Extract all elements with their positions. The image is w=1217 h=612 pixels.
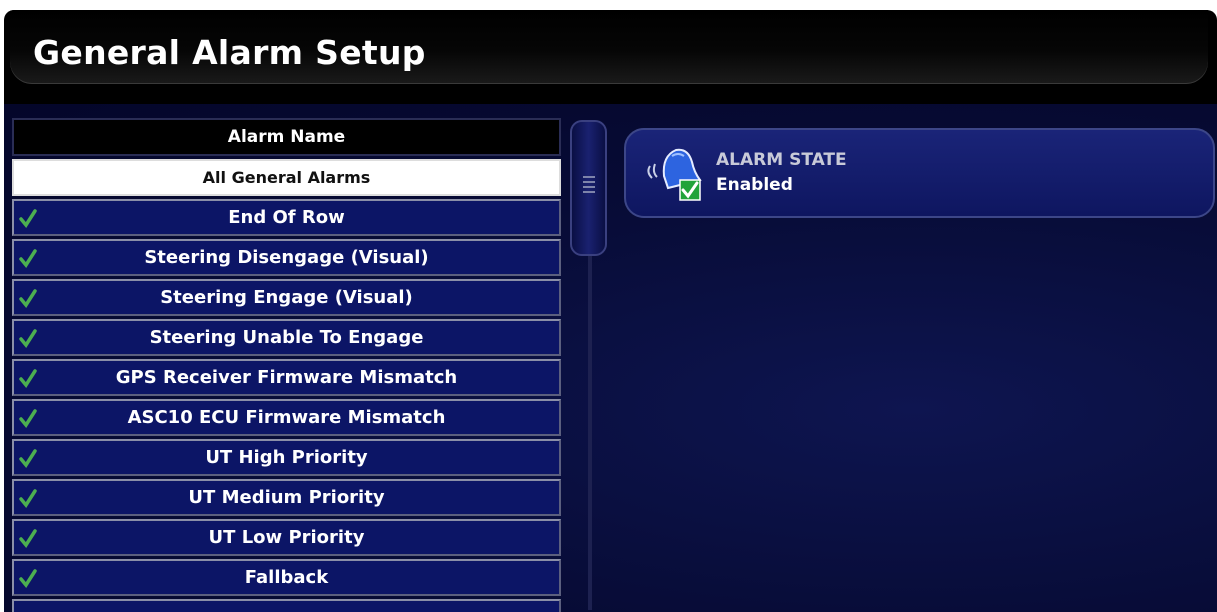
list-item-gps-receiver-firmware-mismatch[interactable]: GPS Receiver Firmware Mismatch <box>12 359 561 396</box>
check-icon <box>19 329 37 348</box>
list-item-steering-disengage-visual[interactable]: Steering Disengage (Visual) <box>12 239 561 276</box>
scrollbar-thumb[interactable] <box>570 120 607 256</box>
grip-line <box>583 191 595 193</box>
list-item-label: Steering Engage (Visual) <box>160 287 413 308</box>
list-item-label: UT Medium Priority <box>188 487 385 508</box>
list-item-label: UT High Priority <box>205 447 368 468</box>
grip-line <box>583 176 595 178</box>
list-item-all-general-alarms[interactable]: All General Alarms <box>12 159 561 196</box>
list-item-partial[interactable] <box>12 599 561 612</box>
list-item-asc10-ecu-firmware-mismatch[interactable]: ASC10 ECU Firmware Mismatch <box>12 399 561 436</box>
app-screen: General Alarm Setup Alarm Name All Gener… <box>4 10 1217 612</box>
page-title: General Alarm Setup <box>33 33 426 72</box>
check-icon <box>19 529 37 548</box>
list-item-steering-unable-to-engage[interactable]: Steering Unable To Engage <box>12 319 561 356</box>
alarm-state-value: Enabled <box>716 175 793 195</box>
alarm-name-column-header: Alarm Name <box>12 118 561 156</box>
list-item-label: End Of Row <box>228 207 345 228</box>
list-item-label: Fallback <box>244 567 329 588</box>
title-bar: General Alarm Setup <box>10 10 1208 84</box>
list-item-label: ASC10 ECU Firmware Mismatch <box>127 407 446 428</box>
alarm-state-button[interactable]: ALARM STATE Enabled <box>624 128 1215 218</box>
grip-line <box>583 186 595 188</box>
list-item-steering-engage-visual[interactable]: Steering Engage (Visual) <box>12 279 561 316</box>
list-item-label: UT Low Priority <box>208 527 365 548</box>
list-item-label: Steering Unable To Engage <box>149 327 424 348</box>
alarm-list: Alarm Name All General Alarms End Of Row… <box>12 118 561 612</box>
grip-line <box>583 181 595 183</box>
check-icon <box>19 489 37 508</box>
check-icon <box>19 289 37 308</box>
check-icon <box>19 209 37 228</box>
list-item-label: All General Alarms <box>202 168 371 187</box>
check-icon <box>19 569 37 588</box>
check-icon <box>19 249 37 268</box>
list-item-label: Steering Disengage (Visual) <box>144 247 429 268</box>
check-icon <box>19 449 37 468</box>
list-item-end-of-row[interactable]: End Of Row <box>12 199 561 236</box>
main-content: Alarm Name All General Alarms End Of Row… <box>4 104 1217 612</box>
list-item-ut-low-priority[interactable]: UT Low Priority <box>12 519 561 556</box>
check-icon <box>19 409 37 428</box>
list-item-label: GPS Receiver Firmware Mismatch <box>115 367 458 388</box>
list-item-ut-high-priority[interactable]: UT High Priority <box>12 439 561 476</box>
check-icon <box>19 369 37 388</box>
alarm-state-label: ALARM STATE <box>716 150 847 170</box>
list-item-ut-medium-priority[interactable]: UT Medium Priority <box>12 479 561 516</box>
list-item-fallback[interactable]: Fallback <box>12 559 561 596</box>
bell-icon <box>647 148 702 201</box>
